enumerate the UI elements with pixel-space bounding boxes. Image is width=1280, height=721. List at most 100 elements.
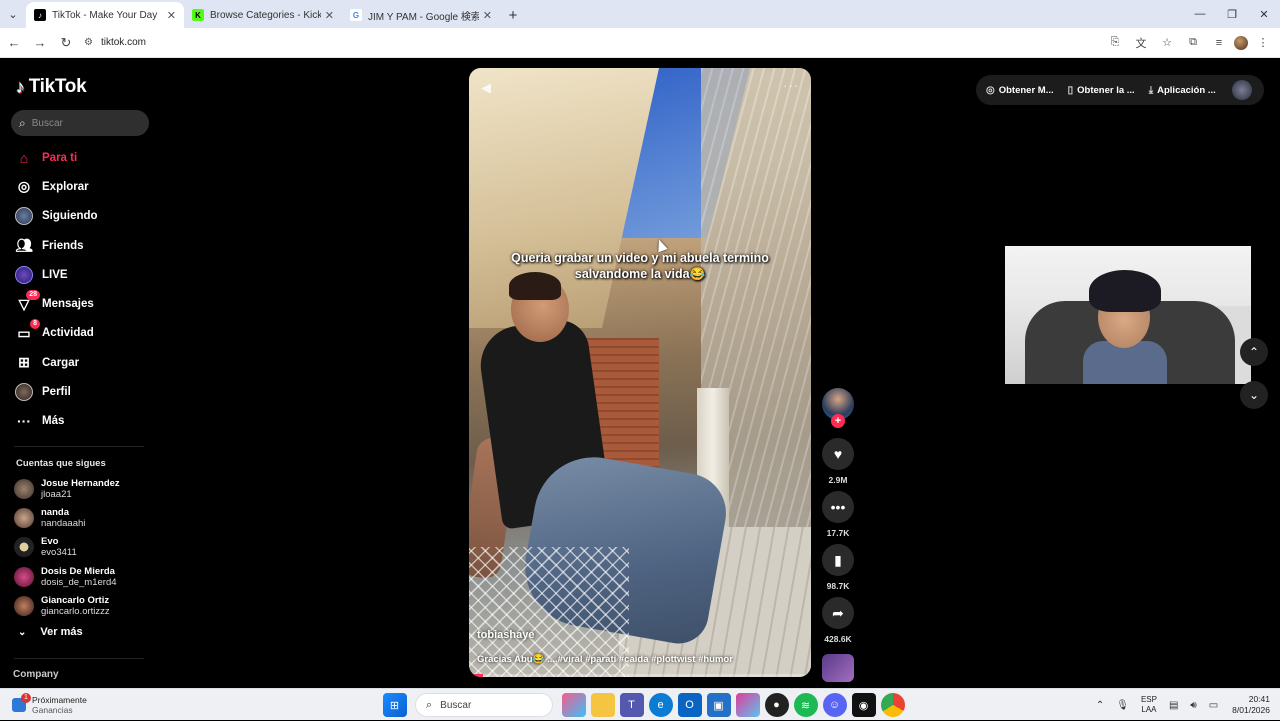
url-field[interactable]: ⚙ tiktok.com (84, 31, 1104, 55)
close-tab-icon[interactable]: ✕ (325, 9, 334, 22)
sidebar-item-perfil[interactable]: Perfil (14, 377, 98, 406)
reload-icon[interactable]: ↻ (54, 31, 78, 55)
search-input[interactable] (31, 117, 132, 129)
following-account[interactable]: Evo evo3411 (14, 533, 120, 562)
store-icon[interactable]: ▣ (706, 693, 731, 717)
minimize-icon[interactable]: — (1184, 0, 1216, 28)
windows-taskbar: 1 Próximamente Ganancias ⊞ ⌕ Buscar T e O… (0, 688, 1280, 720)
get-app-button[interactable]: ▯ Obtener la ... (1068, 85, 1135, 96)
company-link[interactable]: Company (13, 669, 59, 680)
tab-google[interactable]: G JIM Y PAM - Google 検索 ✕ (342, 2, 500, 28)
network-icon[interactable]: ▤ (1169, 700, 1178, 711)
forward-icon[interactable]: → (28, 31, 52, 55)
previous-video-button[interactable]: ⌃ (1240, 338, 1268, 366)
site-info-icon[interactable]: ⚙ (84, 37, 93, 48)
tiktok-note-icon: ♪ (16, 76, 25, 97)
comment-button[interactable]: ••• (822, 491, 854, 523)
sidebar-item-mensajes[interactable]: ▽ 28 Mensajes (14, 289, 98, 318)
creator-avatar[interactable]: + (822, 388, 854, 428)
avatar (14, 537, 34, 558)
follow-plus-icon[interactable]: + (831, 414, 845, 428)
sidebar-item-live[interactable]: LIVE (14, 260, 98, 289)
tab-kick[interactable]: K Browse Categories - Kick Stream ✕ (184, 2, 342, 28)
outlook-icon[interactable]: O (677, 693, 702, 717)
extensions-icon[interactable]: ⧉ (1182, 32, 1204, 54)
edge-icon[interactable]: e (648, 693, 673, 717)
tab-tiktok[interactable]: ♪ TikTok - Make Your Day ✕ (26, 2, 184, 28)
more-options-icon[interactable]: ··· (783, 78, 799, 93)
desktop-app-button[interactable]: ⤓ Aplicación ... (1149, 85, 1216, 96)
translate-icon[interactable]: 文 (1130, 32, 1152, 54)
discord-icon[interactable]: ☺ (822, 693, 847, 717)
messages-icon: ▽ 28 (14, 290, 40, 314)
share-button[interactable]: ➦ (822, 597, 854, 629)
battery-icon[interactable]: ▭ (1209, 700, 1218, 711)
sidebar-item-actividad[interactable]: ▭ 8 Actividad (14, 319, 98, 348)
back-icon[interactable]: ← (2, 31, 26, 55)
get-coins-button[interactable]: ◎ Obtener M... (986, 85, 1054, 96)
restore-icon[interactable]: ❐ (1216, 0, 1248, 28)
sidebar-divider (14, 658, 144, 659)
teams-icon[interactable]: T (619, 693, 644, 717)
github-icon[interactable]: ● (764, 693, 789, 717)
tiktok-logo[interactable]: ♪ TikTok (16, 76, 87, 98)
copilot-icon[interactable] (561, 693, 586, 717)
following-account[interactable]: Dosis De Mierda dosis_de_m1erd4 (14, 562, 120, 591)
following-account[interactable]: Josue Hernandez jloaa21 (14, 474, 120, 503)
avatar (14, 595, 34, 616)
sidebar-item-mas[interactable]: ··· Más (14, 407, 98, 436)
tab-title: TikTok - Make Your Day (52, 9, 158, 21)
following-account[interactable]: nanda nandaaahi (14, 503, 120, 532)
like-button[interactable]: ♥ (822, 438, 854, 470)
system-clock[interactable]: 20:41 8/01/2026 (1232, 694, 1270, 716)
save-button[interactable]: ▮ (822, 544, 854, 576)
sidebar-item-label: Siguiendo (42, 210, 98, 223)
volume-icon[interactable]: 🔊︎ (1190, 700, 1196, 711)
following-list: Josue Hernandez jloaa21 nanda nandaaahi Ev… (14, 474, 120, 620)
user-avatar[interactable] (1232, 80, 1252, 100)
music-disc-icon[interactable] (822, 654, 854, 682)
taskbar-search[interactable]: ⌕ Buscar (415, 693, 553, 717)
account-name: Josue Hernandez (41, 477, 120, 489)
input-language[interactable]: ESP LAA (1141, 695, 1157, 715)
kick-favicon-icon: K (192, 9, 204, 21)
tray-overflow-icon[interactable]: ⌃ (1096, 700, 1104, 711)
sidebar-item-cargar[interactable]: ⊞ Cargar (14, 348, 98, 377)
video-player[interactable]: ◀ ··· Queria grabar un video y mi abuela… (469, 68, 811, 677)
install-app-icon[interactable]: ⎘ (1104, 32, 1126, 54)
following-account[interactable]: Giancarlo Ortiz giancarlo.ortizzz (14, 591, 120, 620)
windows-start-icon[interactable]: ⊞ (382, 693, 407, 717)
video-frame-ceiling (469, 68, 659, 328)
search-box[interactable]: ⌕ (11, 110, 149, 136)
sidebar-item-para-ti[interactable]: ⌂ Para ti (14, 143, 98, 172)
new-tab-button[interactable]: + (500, 2, 526, 28)
media-app-icon[interactable] (735, 693, 760, 717)
close-window-icon[interactable]: ✕ (1248, 0, 1280, 28)
sidebar-item-siguiendo[interactable]: Siguiendo (14, 202, 98, 231)
close-tab-icon[interactable]: ✕ (483, 9, 492, 22)
browser-profile-avatar[interactable] (1234, 35, 1248, 50)
sidebar-item-friends[interactable]: 👥︎ Friends (14, 231, 98, 260)
sidebar-item-explorar[interactable]: ◎ Explorar (14, 172, 98, 201)
news-widget[interactable]: 1 Próximamente Ganancias (12, 692, 122, 715)
volume-icon[interactable]: ◀ (481, 80, 491, 96)
media-control-icon[interactable]: ≡ (1208, 32, 1230, 54)
obs-icon[interactable]: ◉ (851, 693, 876, 717)
compass-icon: ◎ (17, 178, 31, 195)
spotify-icon[interactable]: ≋ (793, 693, 818, 717)
video-author[interactable]: tobiashaye (477, 629, 534, 641)
home-icon: ⌂ (19, 149, 29, 166)
file-explorer-icon[interactable] (590, 693, 615, 717)
bookmark-star-icon[interactable]: ☆ (1156, 32, 1178, 54)
like-count: 2.9M (828, 475, 848, 485)
next-video-button[interactable]: ⌄ (1240, 381, 1268, 409)
chrome-icon[interactable] (880, 693, 905, 717)
see-more-button[interactable]: ⌄ Ver más (18, 626, 83, 638)
sidebar-item-label: Cargar (42, 356, 80, 369)
microphone-icon[interactable]: 🎙︎ (1116, 700, 1129, 711)
browser-menu-icon[interactable]: ⋮ (1252, 32, 1274, 54)
close-tab-icon[interactable]: ✕ (167, 9, 176, 22)
get-app-label: Obtener la ... (1077, 84, 1135, 96)
video-progress-bar[interactable] (469, 674, 811, 677)
tab-search-icon[interactable]: ⌄ (0, 0, 26, 28)
